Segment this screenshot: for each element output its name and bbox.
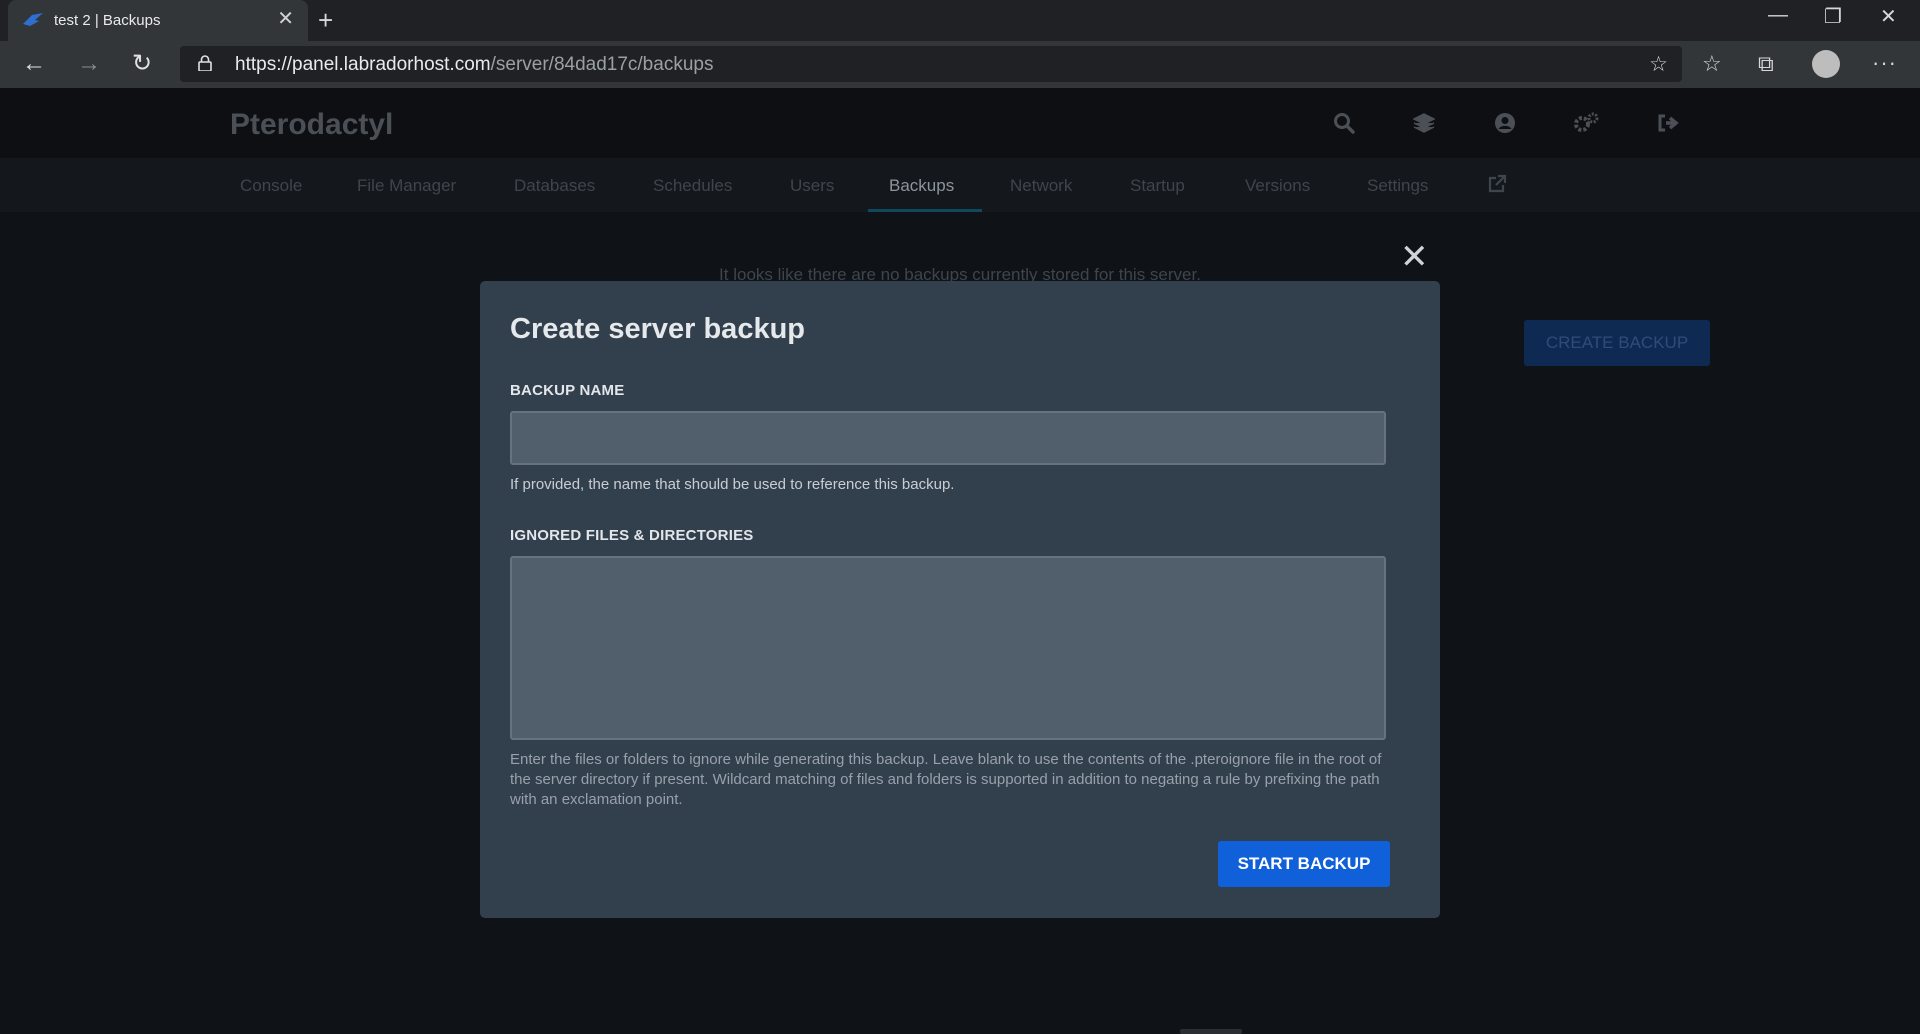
lock-icon [198,55,212,72]
ignored-files-label: IGNORED FILES & DIRECTORIES [510,527,754,544]
url-host: https://panel.labradorhost.com [235,54,491,75]
external-link-icon[interactable] [1487,174,1507,199]
new-tab-icon[interactable]: + [318,6,333,34]
back-icon[interactable]: ← [22,51,46,77]
backup-name-label: BACKUP NAME [510,382,625,399]
panel-brand[interactable]: Pterodactyl [230,108,393,142]
admin-cogs-icon[interactable] [1573,112,1599,140]
window-close-icon[interactable]: ✕ [1880,4,1897,29]
address-bar[interactable]: https://panel.labradorhost.com/server/84… [180,46,1682,82]
tab-network[interactable]: Network [1010,176,1072,196]
profile-avatar[interactable] [1812,50,1840,78]
restore-icon[interactable]: ❐ [1824,4,1842,29]
browser-toolbar: ← → ↻ https://panel.labradorhost.com/ser… [0,41,1920,88]
tab-file-manager[interactable]: File Manager [357,176,456,196]
backup-name-input[interactable] [510,411,1386,465]
tab-versions[interactable]: Versions [1245,176,1310,196]
layers-icon[interactable] [1412,112,1436,140]
tab-databases[interactable]: Databases [514,176,595,196]
create-backup-button[interactable]: CREATE BACKUP [1524,320,1710,366]
browser-tab[interactable]: test 2 | Backups ✕ [8,0,308,41]
collections-icon[interactable]: ⧉ [1758,51,1774,77]
search-icon[interactable] [1333,112,1355,140]
reload-icon[interactable]: ↻ [132,51,152,77]
modal-close-icon[interactable]: ✕ [1400,240,1429,274]
favorites-icon[interactable]: ☆ [1702,51,1722,77]
create-backup-modal: Create server backup BACKUP NAME If prov… [480,281,1440,918]
pterodactyl-favicon-icon [22,12,44,28]
minimize-icon[interactable]: — [1768,4,1788,27]
server-sub-nav: Console File Manager Databases Schedules… [0,158,1920,212]
tab-close-icon[interactable]: ✕ [277,9,294,29]
more-menu-icon[interactable]: ··· [1872,50,1897,76]
add-favorite-icon[interactable]: ☆ [1649,52,1668,77]
panel-top-nav: Pterodactyl [0,88,1920,158]
scroll-indicator [1180,1029,1242,1034]
tab-settings[interactable]: Settings [1367,176,1428,196]
sign-out-icon[interactable] [1657,112,1679,140]
url-path: /server/84dad17c/backups [490,54,714,75]
backup-name-help: If provided, the name that should be use… [510,476,955,493]
active-tab-indicator [868,209,982,212]
tab-schedules[interactable]: Schedules [653,176,732,196]
browser-tab-bar: test 2 | Backups ✕ + — ❐ ✕ [0,0,1920,41]
start-backup-button[interactable]: START BACKUP [1218,841,1390,887]
modal-title: Create server backup [510,313,805,345]
account-icon[interactable] [1494,112,1516,140]
tab-users[interactable]: Users [790,176,834,196]
tab-title: test 2 | Backups [54,12,161,29]
tab-startup[interactable]: Startup [1130,176,1185,196]
ignored-files-textarea[interactable] [510,556,1386,740]
tab-backups[interactable]: Backups [889,176,954,196]
tab-console[interactable]: Console [240,176,302,196]
url-text: https://panel.labradorhost.com/server/84… [235,54,713,76]
ignored-files-help: Enter the files or folders to ignore whi… [510,751,1382,808]
forward-icon[interactable]: → [77,51,101,77]
